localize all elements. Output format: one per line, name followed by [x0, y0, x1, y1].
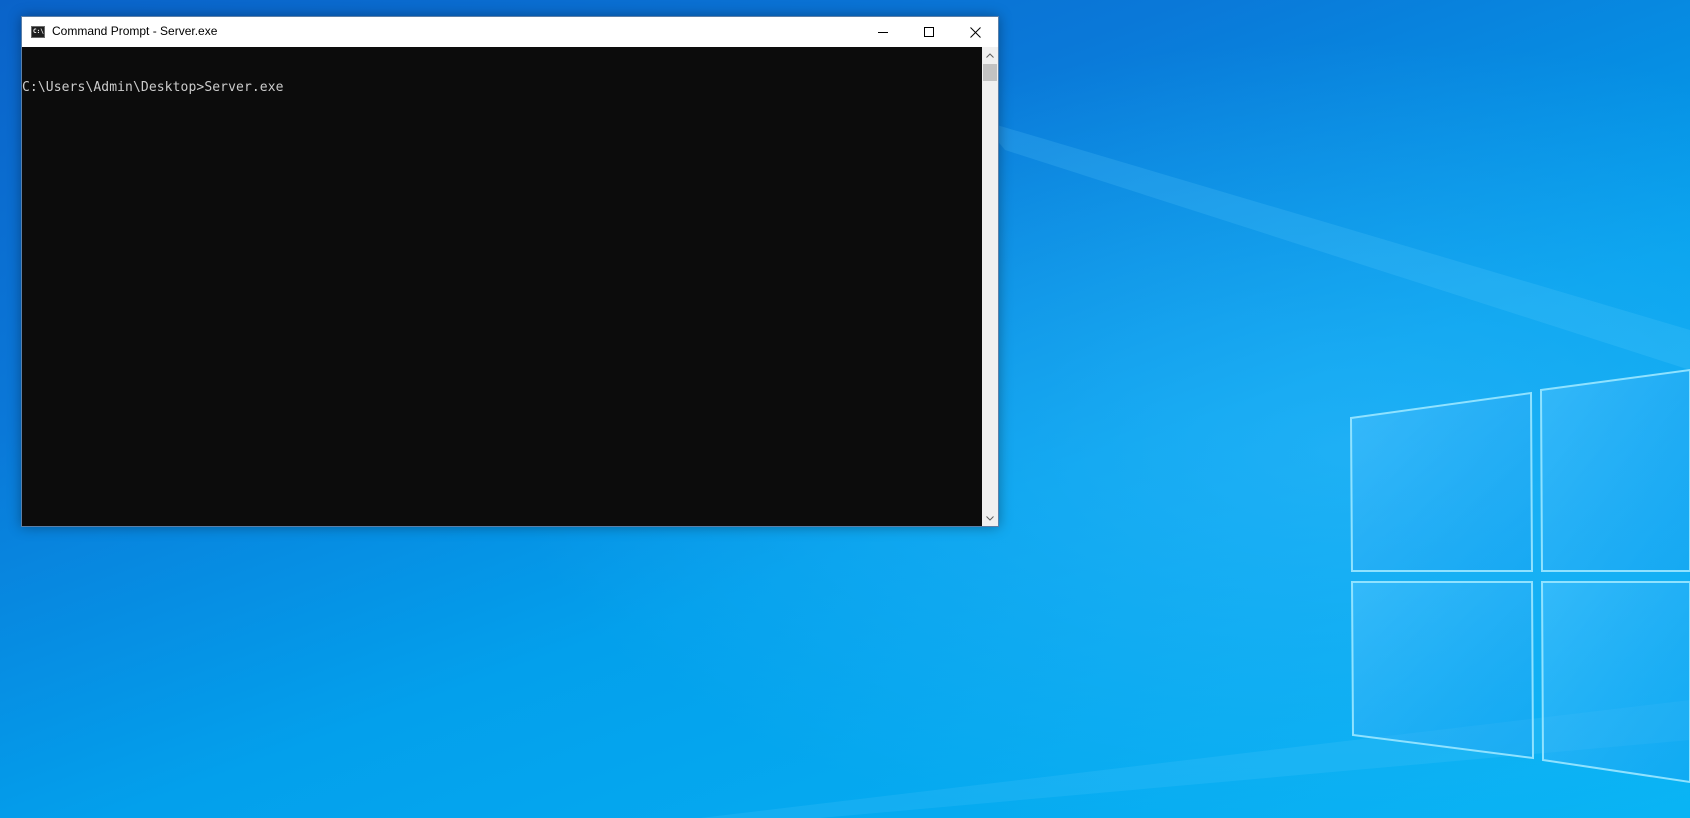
- scroll-up-button[interactable]: [982, 47, 998, 63]
- chevron-down-icon: [986, 515, 994, 521]
- cmd-icon-glyph: C:\: [33, 28, 44, 35]
- chevron-up-icon: [986, 52, 994, 58]
- maximize-icon: [924, 27, 934, 37]
- minimize-icon: [878, 32, 888, 33]
- command-prompt-window[interactable]: C:\ Command Prompt - Server.exe C:\Users…: [21, 16, 999, 527]
- console-line: C:\Users\Admin\Desktop>Server.exe: [22, 80, 284, 95]
- scroll-down-button[interactable]: [982, 510, 998, 526]
- cmd-icon[interactable]: C:\: [31, 26, 45, 38]
- title-bar[interactable]: C:\ Command Prompt - Server.exe: [22, 17, 998, 47]
- console-output[interactable]: C:\Users\Admin\Desktop>Server.exe: [22, 47, 982, 526]
- minimize-button[interactable]: [860, 17, 906, 47]
- window-title: Command Prompt - Server.exe: [52, 24, 218, 38]
- maximize-button[interactable]: [906, 17, 952, 47]
- scroll-thumb[interactable]: [983, 64, 997, 81]
- close-icon: [969, 26, 981, 38]
- close-button[interactable]: [952, 17, 998, 47]
- vertical-scrollbar[interactable]: [982, 47, 998, 526]
